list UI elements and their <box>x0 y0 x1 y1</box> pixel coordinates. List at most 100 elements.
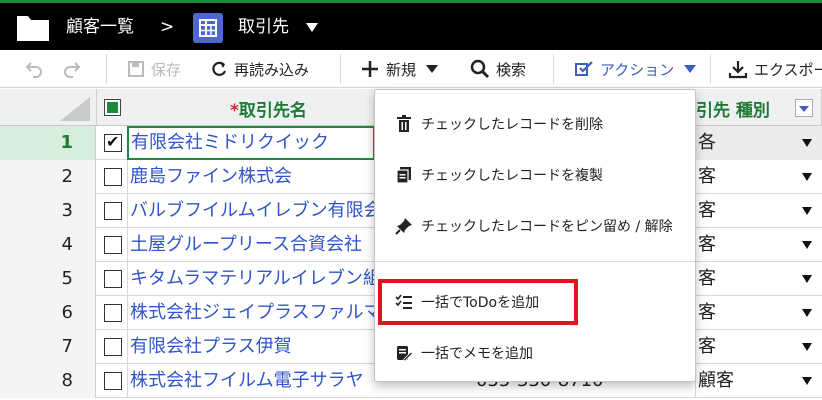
row-checkbox[interactable] <box>104 304 122 322</box>
reload-button[interactable]: 再読み込み <box>210 57 309 81</box>
breadcrumb-separator: > <box>160 17 175 37</box>
menu-item-bulk-add-todo[interactable]: 一括でToDoを追加 <box>375 277 695 327</box>
account-name-link[interactable]: 鹿島ファイン株式会 <box>127 160 375 194</box>
account-type-cell[interactable]: 客 <box>695 160 822 194</box>
memo-icon <box>397 346 413 362</box>
row-checkbox[interactable] <box>104 236 122 254</box>
save-icon <box>128 61 144 77</box>
account-type-cell[interactable]: 客 <box>695 296 822 330</box>
account-type-cell[interactable]: 各 <box>695 126 822 160</box>
account-type-cell[interactable]: 客 <box>695 194 822 228</box>
account-name-link[interactable]: 有限会社ミドリクイック <box>127 126 375 160</box>
row-number[interactable]: 6 <box>0 296 96 330</box>
save-label: 保存 <box>151 60 182 79</box>
row-checkbox[interactable] <box>104 338 122 356</box>
menu-item-delete-checked[interactable]: チェックしたレコードを削除 <box>375 99 695 149</box>
account-name-link[interactable]: キタムラマテリアルイレブン組合 <box>127 262 375 296</box>
chevron-down-icon[interactable] <box>802 275 812 283</box>
account-name-link[interactable]: バルブフイルムイレブン有限会 <box>127 194 375 228</box>
reload-label: 再読み込み <box>234 60 310 79</box>
row-checkbox[interactable] <box>104 270 122 288</box>
copy-icon <box>396 167 411 184</box>
chevron-down-icon[interactable] <box>802 309 812 317</box>
row-checkbox[interactable] <box>104 168 122 186</box>
breadcrumb-home[interactable]: 顧客一覧 <box>66 16 134 38</box>
row-number[interactable]: 3 <box>0 194 96 228</box>
row-number[interactable]: 1 <box>0 126 96 160</box>
todo-list-icon <box>395 294 412 309</box>
menu-item-bulk-add-memo[interactable]: 一括でメモを追加 <box>375 328 695 378</box>
account-type-value: 各 <box>698 132 716 153</box>
plus-icon <box>362 61 378 77</box>
account-type-value: 顧客 <box>698 370 734 391</box>
row-checkbox[interactable] <box>104 132 122 152</box>
action-button[interactable]: アクション <box>574 57 697 81</box>
new-button[interactable]: 新規 <box>360 57 439 81</box>
menu-item-label: チェックしたレコードをピン留め / 解除 <box>421 219 673 235</box>
select-all-checkbox[interactable] <box>104 99 121 116</box>
folder-icon[interactable] <box>16 12 50 42</box>
chevron-down-icon[interactable] <box>802 241 812 249</box>
column-header-name[interactable]: *取引先名 <box>230 96 307 121</box>
action-label: アクション <box>600 60 675 79</box>
undo-icon <box>25 62 42 78</box>
row-number[interactable]: 5 <box>0 262 96 296</box>
row-number[interactable]: 4 <box>0 228 96 262</box>
account-type-value: 客 <box>698 268 716 289</box>
toolbar-divider <box>710 54 711 84</box>
new-label: 新規 <box>386 60 417 79</box>
row-number[interactable]: 7 <box>0 330 96 364</box>
reload-icon <box>212 61 227 76</box>
menu-item-label: チェックしたレコードを複製 <box>421 168 603 184</box>
account-name-link[interactable]: 株式会社ジェイプラスファルマ <box>127 296 375 330</box>
menu-item-label: 一括でメモを追加 <box>421 346 533 362</box>
chevron-down-icon[interactable] <box>802 139 812 147</box>
search-icon <box>470 59 490 79</box>
account-type-cell[interactable]: 客 <box>695 228 822 262</box>
chevron-down-icon[interactable] <box>802 377 812 385</box>
column-filter-dropdown[interactable] <box>795 99 813 117</box>
account-type-value: 客 <box>698 234 716 255</box>
row-checkbox[interactable] <box>104 372 122 390</box>
account-type-cell[interactable]: 顧客 <box>695 364 822 398</box>
toolbar-divider <box>553 54 554 84</box>
account-name-link[interactable]: 株式会社フイルム電子サラヤ <box>127 364 375 398</box>
row-number[interactable]: 2 <box>0 160 96 194</box>
download-icon <box>728 61 748 79</box>
account-type-value: 客 <box>698 302 716 323</box>
redo-button[interactable] <box>62 57 82 81</box>
chevron-down-icon[interactable] <box>306 23 318 32</box>
undo-button[interactable] <box>24 57 44 81</box>
account-type-value: 客 <box>698 200 716 221</box>
menu-item-pin-checked[interactable]: チェックしたレコードをピン留め / 解除 <box>375 201 695 251</box>
app-header: 顧客一覧 > 取引先 <box>0 0 822 50</box>
menu-divider <box>375 261 695 262</box>
account-type-cell[interactable]: 客 <box>695 262 822 296</box>
menu-item-duplicate-checked[interactable]: チェックしたレコードを複製 <box>375 150 695 200</box>
chevron-down-icon[interactable] <box>802 173 812 181</box>
grid-corner[interactable] <box>0 89 97 126</box>
export-button[interactable]: エクスポー <box>728 57 822 81</box>
row-number[interactable]: 8 <box>0 364 96 398</box>
chevron-down-icon[interactable] <box>426 65 439 73</box>
row-checkbox[interactable] <box>104 202 122 220</box>
account-name-link[interactable]: 土屋グループリース合資会社 <box>127 228 375 262</box>
search-button[interactable]: 検索 <box>470 57 526 81</box>
save-button[interactable]: 保存 <box>127 57 181 81</box>
search-label: 検索 <box>496 60 527 79</box>
export-label: エクスポー <box>754 60 822 79</box>
chevron-down-icon[interactable] <box>684 65 697 73</box>
account-name-link[interactable]: 有限会社プラス伊賀 <box>127 330 375 364</box>
chevron-down-icon[interactable] <box>802 207 812 215</box>
action-menu: チェックしたレコードを削除 チェックしたレコードを複製 チェックしたレコードをピ… <box>374 89 696 382</box>
account-type-cell[interactable]: 客 <box>695 330 822 364</box>
breadcrumb-current[interactable]: 取引先 <box>238 16 289 38</box>
toolbar-divider <box>340 54 341 84</box>
action-icon <box>575 61 593 76</box>
redo-icon <box>64 62 81 78</box>
menu-item-label: 一括でToDoを追加 <box>421 295 540 311</box>
menu-item-label: チェックしたレコードを削除 <box>421 117 603 133</box>
chevron-down-icon[interactable] <box>802 343 812 351</box>
column-header-type[interactable]: 引先 種別 <box>696 96 770 121</box>
corner-triangle-icon <box>60 97 90 121</box>
